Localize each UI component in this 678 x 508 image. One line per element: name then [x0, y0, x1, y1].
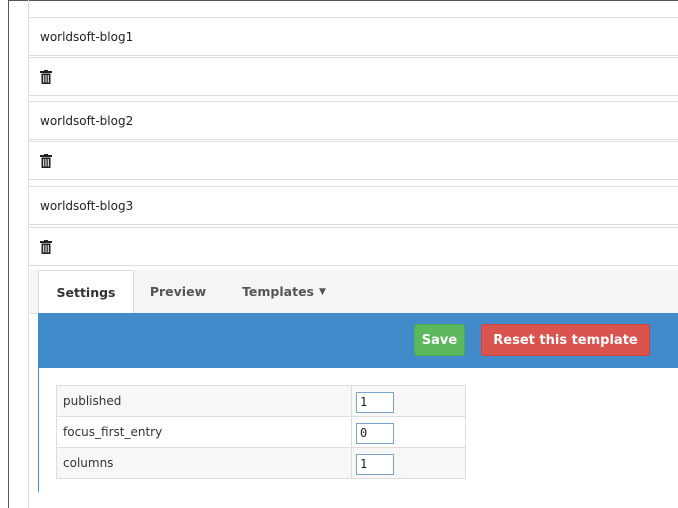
tab-settings-label: Settings	[56, 284, 116, 300]
reset-template-button[interactable]: Reset this template	[481, 324, 650, 356]
setting-value-input[interactable]	[356, 453, 394, 475]
entry-title: worldsoft-blog3	[40, 198, 134, 213]
tab-templates[interactable]: Templates ▼	[226, 270, 342, 313]
tab-preview-label: Preview	[149, 284, 207, 299]
setting-value-cell	[351, 385, 466, 417]
entry-action-row	[28, 57, 678, 96]
entry-title: worldsoft-blog1	[40, 29, 134, 44]
entry-action-row	[28, 141, 678, 180]
entry-title-row: worldsoft-blog1	[28, 17, 678, 56]
setting-value-input[interactable]	[356, 422, 394, 444]
tab-preview[interactable]: Preview	[138, 270, 218, 313]
entry-title-row: worldsoft-blog2	[28, 101, 678, 140]
settings-table: published focus_first_entry columns	[56, 385, 466, 479]
setting-key: published	[56, 385, 352, 417]
trash-icon[interactable]	[40, 153, 52, 168]
table-row: columns	[56, 447, 466, 479]
trash-icon[interactable]	[40, 69, 52, 84]
setting-key: focus_first_entry	[56, 416, 352, 448]
entry-title: worldsoft-blog2	[40, 113, 134, 128]
table-row: published	[56, 385, 466, 417]
caret-down-icon: ▼	[319, 286, 326, 297]
setting-key: columns	[56, 447, 352, 479]
entry-action-row	[28, 227, 678, 266]
setting-value-cell	[351, 416, 466, 448]
template-toolbar: Save Reset this template	[38, 313, 678, 368]
tab-bar: Settings Preview Templates ▼	[30, 270, 678, 314]
setting-value-cell	[351, 447, 466, 479]
table-row: focus_first_entry	[56, 416, 466, 448]
setting-value-input[interactable]	[356, 391, 394, 413]
entry-title-row: worldsoft-blog3	[28, 186, 678, 225]
trash-icon[interactable]	[40, 239, 52, 254]
tab-settings[interactable]: Settings	[38, 270, 134, 314]
tab-templates-label: Templates	[242, 284, 314, 299]
content-accent	[38, 368, 39, 492]
save-button[interactable]: Save	[414, 324, 465, 356]
